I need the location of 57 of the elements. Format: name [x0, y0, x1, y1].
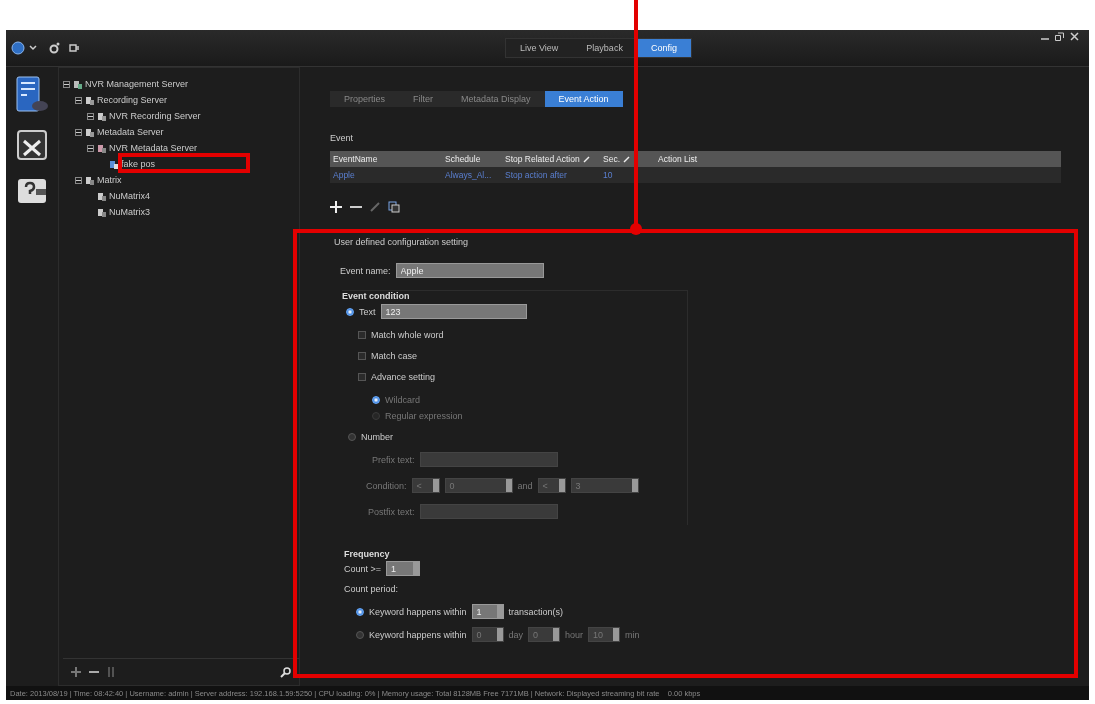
spin-box[interactable]: 1: [386, 561, 421, 576]
column-header[interactable]: EventName: [333, 154, 378, 164]
label: Match whole word: [371, 330, 444, 340]
label: day: [508, 629, 524, 640]
tree-item[interactable]: Matrix: [97, 175, 122, 185]
text-field[interactable]: 123: [380, 304, 527, 319]
section-title: Event: [330, 133, 354, 143]
column-header[interactable]: Stop Related Action: [505, 154, 580, 164]
table-row[interactable]: Apple Always_Al... Stop action after 10: [330, 167, 1061, 183]
label: min: [625, 629, 640, 640]
label: Number: [361, 432, 393, 442]
label: Regular expression: [385, 411, 463, 421]
table-cell: Stop action after: [505, 170, 567, 180]
label: Count period:: [344, 584, 399, 594]
label: Prefix text:: [372, 454, 415, 465]
tree-item[interactable]: NVR Management Server: [85, 79, 189, 89]
table-cell: 10: [603, 170, 613, 180]
tree-item[interactable]: NVR Recording Server: [109, 111, 201, 121]
tab[interactable]: Event Action: [544, 91, 623, 107]
label: Keyword happens within: [369, 629, 467, 640]
tree-item[interactable]: Recording Server: [97, 95, 168, 105]
column-header[interactable]: Action List: [658, 154, 698, 164]
tab[interactable]: Properties: [330, 91, 400, 107]
tree-item[interactable]: NuMatrix3: [109, 207, 150, 217]
label: Text: [359, 306, 376, 317]
table-cell: Always_Al...: [445, 170, 492, 180]
event-name-field[interactable]: Apple: [395, 263, 544, 278]
spin-box[interactable]: 1: [471, 604, 504, 619]
tree-item[interactable]: fake pos: [121, 159, 156, 169]
label: Event condition: [342, 291, 410, 301]
label: Count >=: [344, 563, 382, 574]
label: Match case: [371, 351, 418, 361]
label: Event name:: [340, 265, 391, 276]
spin-box[interactable]: <: [411, 478, 440, 493]
label: Frequency: [344, 549, 390, 559]
tree-item[interactable]: Metadata Server: [97, 127, 164, 137]
table-cell: Apple: [333, 170, 355, 180]
column-header[interactable]: Schedule: [445, 154, 481, 164]
label: Advance setting: [371, 372, 436, 382]
tree-item[interactable]: NuMatrix4: [109, 191, 150, 201]
label: Condition:: [366, 480, 407, 491]
mode-tab[interactable]: Playback: [572, 39, 637, 57]
tab[interactable]: Filter: [399, 91, 448, 107]
label: transaction(s): [508, 606, 564, 617]
label: Keyword happens within: [369, 606, 467, 617]
mode-tab[interactable]: Live View: [506, 39, 573, 57]
spin-box[interactable]: <: [537, 478, 566, 493]
section-title: User defined configuration setting: [334, 237, 470, 247]
label: hour: [565, 629, 584, 640]
spin-box[interactable]: 10: [588, 627, 621, 642]
label: and: [517, 480, 533, 491]
column-header[interactable]: Sec.: [603, 154, 620, 164]
tab[interactable]: Metadata Display: [447, 91, 545, 107]
label: Wildcard: [385, 395, 420, 405]
tree-item[interactable]: NVR Metadata Server: [109, 143, 198, 153]
mode-tab[interactable]: Config: [636, 39, 691, 57]
label: Postfix text:: [368, 506, 415, 517]
